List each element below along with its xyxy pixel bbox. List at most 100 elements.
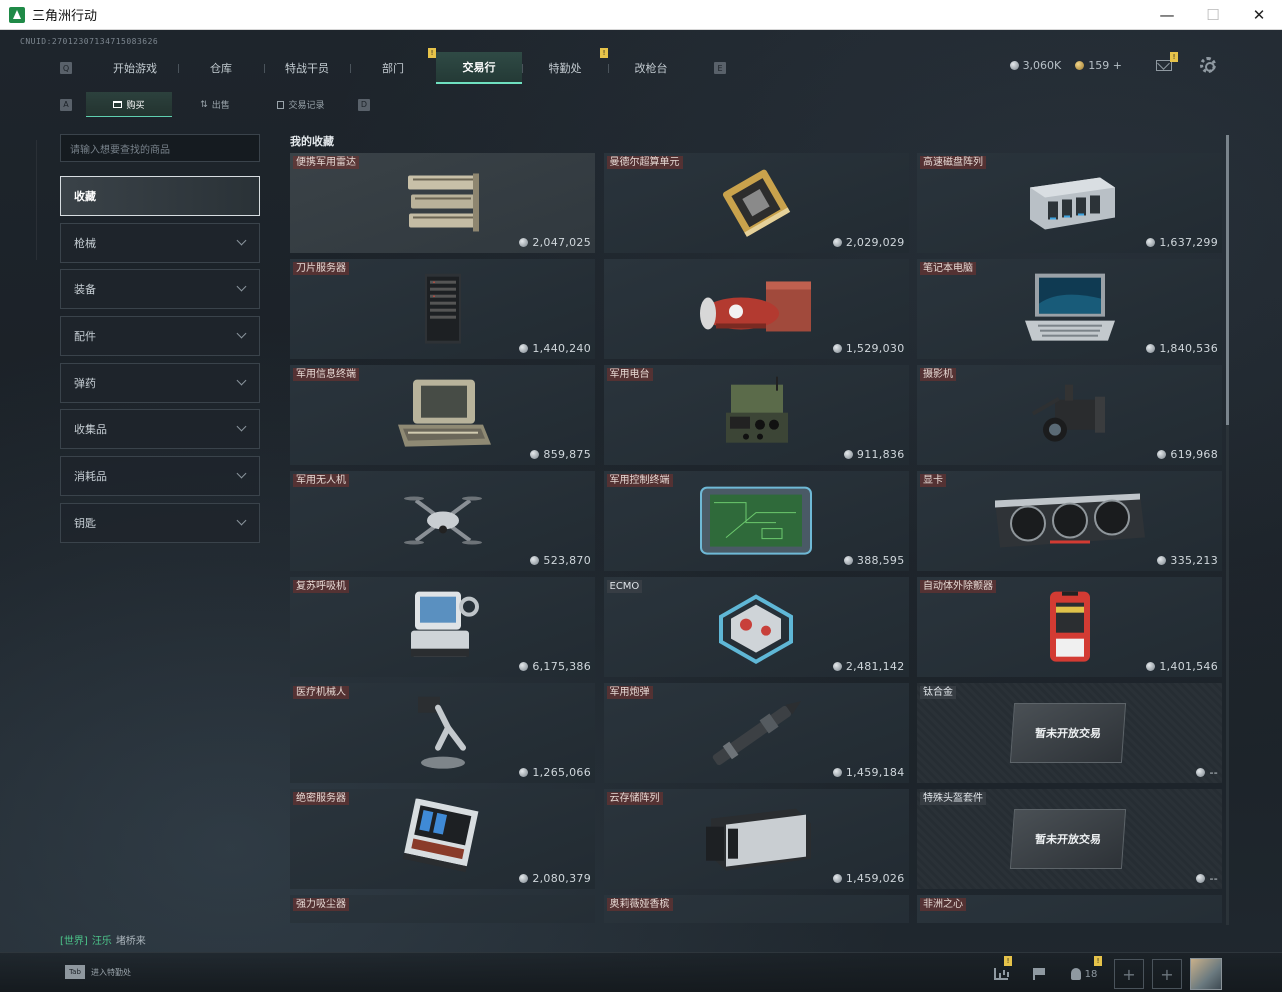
tab-start-game[interactable]: 开始游戏 <box>92 52 178 84</box>
chat-user[interactable]: 汪乐 <box>92 936 112 947</box>
item-card[interactable]: 高速磁盘阵列 1,637,299 <box>917 153 1222 253</box>
item-card[interactable]: 云存储阵列 1,459,026 <box>603 789 909 889</box>
item-card[interactable]: 刀片服务器 1,440,240 <box>290 259 595 359</box>
item-name: 显卡 <box>920 474 946 487</box>
category-firearms[interactable]: 枪械 <box>60 222 260 263</box>
item-card[interactable]: 摄影机 619,968 <box>917 365 1222 465</box>
chat-channel[interactable]: [世界] <box>60 936 88 947</box>
subtab-label: 购买 <box>126 100 145 111</box>
item-card[interactable]: 军用电台 911,836 <box>603 365 909 465</box>
item-card[interactable]: 复苏呼吸机 6,175,386 <box>290 577 595 677</box>
tab-special-ops[interactable]: 特勤处! <box>522 48 608 84</box>
avatar[interactable] <box>1190 958 1222 990</box>
tab-warehouse[interactable]: 仓库 <box>178 52 264 84</box>
tab-trade-market[interactable]: 交易行 <box>436 52 522 84</box>
nav-next-key-hint[interactable]: E <box>714 62 726 74</box>
nav-prev-key-hint[interactable]: Q <box>60 62 72 74</box>
item-card[interactable]: ECMO 2,481,142 <box>603 577 909 677</box>
item-image <box>1020 167 1120 241</box>
silver-coin-icon <box>1196 874 1206 883</box>
item-card[interactable]: 绝密服务器 2,080,379 <box>290 789 595 889</box>
gear-icon[interactable] <box>1200 57 1216 73</box>
item-price-value: 388,595 <box>856 554 905 567</box>
category-label: 弹药 <box>74 376 96 390</box>
item-card[interactable]: 军用信息终端 859,875 <box>290 365 595 465</box>
silver-coin-icon <box>1196 768 1206 777</box>
friends-button[interactable]: 18! <box>1062 956 1106 989</box>
trade-locked-notice: 暂未开放交易 <box>1009 703 1127 763</box>
item-price: 6,175,386 <box>519 660 591 673</box>
item-price: 2,481,142 <box>832 660 905 673</box>
item-card[interactable]: 1,529,030 <box>603 259 909 359</box>
search-input[interactable]: 请输入想要查找的商品 <box>60 134 260 162</box>
item-card[interactable]: 曼德尔超算单元 2,029,029 <box>603 153 909 253</box>
category-equipment[interactable]: 装备 <box>60 269 260 310</box>
item-name: 自动体外除颤器 <box>920 580 996 593</box>
mail-icon[interactable]: ! <box>1156 51 1178 71</box>
item-name: 绝密服务器 <box>293 792 349 805</box>
add-gold-button[interactable]: + <box>1113 59 1122 72</box>
item-price: -- <box>1196 766 1218 779</box>
item-price: 1,265,066 <box>519 766 591 779</box>
item-card[interactable]: 强力吸尘器 <box>290 895 595 923</box>
item-image <box>1025 375 1115 459</box>
scrollbar-thumb[interactable] <box>1226 135 1229 425</box>
item-card[interactable]: 暂未开放交易 特殊头盔套件 -- <box>917 789 1222 889</box>
item-card[interactable]: 军用炮弹 1,459,184 <box>603 683 909 783</box>
stats-button[interactable]: ! <box>986 956 1016 989</box>
invite-slot-button[interactable]: + <box>1152 959 1182 989</box>
category-label: 消耗品 <box>74 470 107 484</box>
cart-icon <box>113 100 123 108</box>
item-price: 2,080,379 <box>519 872 591 885</box>
item-name: 军用无人机 <box>293 474 349 487</box>
item-price: 2,047,025 <box>519 236 591 249</box>
silver-balance[interactable]: 3,060K <box>1009 58 1062 72</box>
tab-gunsmith[interactable]: 改枪台 <box>608 52 694 84</box>
item-image <box>1042 587 1098 671</box>
minimize-button[interactable]: — <box>1144 0 1190 30</box>
item-card[interactable]: 奥莉薇娅香槟 <box>603 895 909 923</box>
category-consumables[interactable]: 消耗品 <box>60 456 260 497</box>
item-card[interactable]: 自动体外除颤器 1,401,546 <box>917 577 1222 677</box>
item-price-value: 2,481,142 <box>845 660 905 673</box>
subnav-prev-key-hint[interactable]: A <box>60 98 72 111</box>
item-card[interactable]: 暂未开放交易 钛合金 -- <box>917 683 1222 783</box>
item-price: -- <box>1196 872 1218 885</box>
category-keys[interactable]: 钥匙 <box>60 502 260 543</box>
item-card[interactable]: 显卡 335,213 <box>917 471 1222 571</box>
category-ammo[interactable]: 弹药 <box>60 362 260 403</box>
category-favorites[interactable]: 收藏 <box>60 176 260 216</box>
scrollbar-track[interactable] <box>1226 135 1229 925</box>
category-attachments[interactable]: 配件 <box>60 316 260 357</box>
category-collectibles[interactable]: 收集品 <box>60 409 260 450</box>
item-card[interactable]: 非洲之心 <box>917 895 1222 923</box>
invite-slot-button[interactable]: + <box>1114 959 1144 989</box>
category-label: 收藏 <box>74 190 96 203</box>
subtab-sell[interactable]: ⇅ 出售 <box>172 92 258 117</box>
window-controls: — ☐ ✕ <box>1144 0 1282 30</box>
maximize-button[interactable]: ☐ <box>1190 0 1236 30</box>
sub-nav: A 购买 ⇅ 出售 交易记录 D <box>60 92 370 117</box>
item-price: 911,836 <box>843 448 905 461</box>
subnav-next-key-hint[interactable]: D <box>358 98 370 111</box>
gold-balance[interactable]: 159 + <box>1075 59 1122 72</box>
subtab-buy[interactable]: 购买 <box>86 92 172 117</box>
tab-key-hint[interactable]: Tab <box>65 965 85 979</box>
item-card[interactable]: 笔记本电脑 1,840,536 <box>917 259 1222 359</box>
tab-operators[interactable]: 特战干员 <box>264 52 350 84</box>
tab-label: 特勤处 <box>548 62 582 75</box>
silver-coin-icon <box>1146 662 1156 671</box>
subtab-history[interactable]: 交易记录 <box>258 92 344 117</box>
close-button[interactable]: ✕ <box>1236 0 1282 30</box>
item-card[interactable]: 军用控制终端 388,595 <box>603 471 909 571</box>
item-image <box>403 167 483 241</box>
item-image <box>408 693 478 777</box>
silver-amount: 3,060K <box>1022 58 1062 72</box>
item-card[interactable]: 医疗机械人 1,265,066 <box>290 683 595 783</box>
item-price-value: 335,213 <box>1170 554 1218 567</box>
item-card[interactable]: 军用无人机 523,870 <box>290 471 595 571</box>
flag-button[interactable] <box>1024 959 1054 989</box>
item-card[interactable]: 便携军用雷达 2,047,025 <box>290 153 595 253</box>
item-price: 523,870 <box>530 554 591 567</box>
tab-department[interactable]: 部门! <box>350 48 436 84</box>
